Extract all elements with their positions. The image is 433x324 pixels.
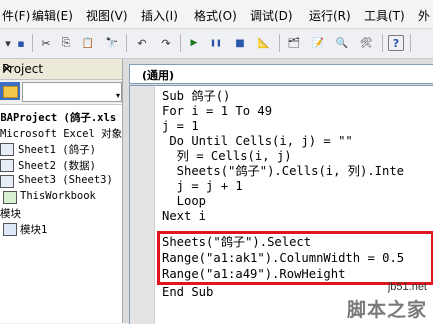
tree-item-modules-folder[interactable]: 模块 (0, 205, 122, 221)
workbook-icon (3, 191, 17, 204)
tree-item-label: 模块 (0, 208, 21, 220)
object-browser-icon[interactable]: 🔍 (334, 35, 350, 51)
code-line[interactable]: Do Until Cells(i, j) = "" (162, 134, 352, 149)
menu-file[interactable]: 件(F) (2, 7, 30, 24)
toolbar-separator (180, 34, 181, 52)
margin-indicator-bar[interactable] (130, 86, 155, 324)
toolbar-separator (410, 34, 411, 52)
tree-item-sheet1[interactable]: Sheet1 (鸽子) (0, 141, 122, 157)
standard-toolbar: ▾ ▪ ✂ ⎘ 📋 🔭 ↶ ↷ ▶ ❚❚ ■ 📐 🗂 📝 🔍 🛠 ? (0, 29, 433, 59)
design-mode-icon[interactable]: 📐 (256, 35, 272, 51)
toolbar-separator (126, 34, 127, 52)
tree-item-label: Sheet2 (数据) (18, 160, 96, 172)
code-line[interactable]: Sub 鸽子() (162, 89, 230, 104)
save-icon[interactable]: ▪ (13, 35, 29, 51)
tree-item-sheet2[interactable]: Sheet2 (数据) (0, 157, 122, 173)
cut-icon[interactable]: ✂ (38, 35, 54, 51)
code-line[interactable]: Sheets("鸽子").Cells(i, 列).Inte (162, 164, 404, 179)
tree-item-label: Microsoft Excel 对象 (0, 128, 122, 140)
menu-run[interactable]: 运行(R) (309, 7, 351, 24)
watermark-text: 脚本之家 (346, 299, 427, 321)
break-icon[interactable]: ❚❚ (208, 35, 224, 51)
watermark-url: jb51.net (387, 281, 427, 293)
code-line[interactable]: Next i (162, 209, 206, 224)
project-explorer-icon[interactable]: 🗂 (286, 35, 302, 51)
menu-tools[interactable]: 工具(T) (364, 7, 405, 24)
tree-item-excel-objects[interactable]: Microsoft Excel 对象 (0, 125, 122, 141)
code-line[interactable]: 列 = Cells(i, j) (162, 149, 292, 164)
run-icon[interactable]: ▶ (186, 35, 202, 51)
project-explorer: Project ✕ ▾ VBAProject (鸽子.xls Microsoft… (0, 59, 123, 323)
code-line[interactable]: For i = 1 To 49 (162, 104, 272, 119)
highlight-box (157, 231, 433, 285)
properties-icon[interactable]: 📝 (310, 35, 326, 51)
tree-item-label: Sheet1 (鸽子) (18, 144, 96, 156)
object-combo-value: (通用) (142, 69, 175, 82)
tree-item-label: Sheet3 (Sheet3) (18, 174, 113, 186)
tree-item-vbaproject[interactable]: VBAProject (鸽子.xls (0, 109, 122, 125)
worksheet-icon (0, 159, 14, 172)
menu-format[interactable]: 格式(O) (194, 7, 237, 24)
menu-insert[interactable]: 插入(I) (141, 7, 178, 24)
object-combo[interactable]: (通用) (129, 64, 433, 84)
tree-item-label: ThisWorkbook (20, 190, 96, 202)
tree-item-module1[interactable]: 模块1 (0, 221, 122, 237)
reset-icon[interactable]: ■ (232, 35, 248, 51)
dropdown-arrow-icon: ▾ (115, 91, 120, 100)
tree-item-label: VBAProject (鸽子.xls (0, 112, 117, 124)
close-icon[interactable]: ✕ (2, 62, 116, 76)
tree-item-sheet3[interactable]: Sheet3 (Sheet3) (0, 173, 122, 189)
help-icon[interactable]: ? (388, 35, 404, 51)
module-icon (3, 223, 17, 236)
tree-item-label: 模块1 (20, 224, 48, 236)
project-object-selector[interactable]: ▾ (22, 82, 122, 102)
project-toolbar: ▾ (0, 80, 122, 105)
menu-view[interactable]: 视图(V) (86, 7, 128, 24)
code-line[interactable]: End Sub (162, 285, 213, 300)
folder-icon (3, 86, 18, 98)
tree-item-thisworkbook[interactable]: ThisWorkbook (0, 189, 122, 205)
paste-icon[interactable]: 📋 (80, 35, 96, 51)
menu-bar: 件(F) 编辑(E) 视图(V) 插入(I) 格式(O) 调试(D) 运行(R)… (0, 0, 433, 29)
code-line[interactable]: Loop (162, 194, 206, 209)
undo-icon[interactable]: ↶ (134, 35, 150, 51)
toolbar-separator (382, 34, 383, 52)
toolbox-icon[interactable]: 🛠 (358, 35, 374, 51)
site-watermark: jb51.net 脚本之家 (337, 281, 429, 321)
code-line[interactable]: j = 1 (162, 119, 199, 134)
menu-addins[interactable]: 外 (418, 7, 430, 24)
find-icon[interactable]: 🔭 (104, 35, 120, 51)
toolbar-separator (32, 34, 33, 52)
redo-icon[interactable]: ↷ (158, 35, 174, 51)
toolbar-separator (279, 34, 280, 52)
project-title-bar: Project ✕ (0, 59, 122, 80)
code-line[interactable]: j = j + 1 (162, 179, 243, 194)
project-tree: VBAProject (鸽子.xls Microsoft Excel 对象 Sh… (0, 109, 122, 237)
menu-debug[interactable]: 调试(D) (250, 7, 293, 24)
worksheet-icon (0, 143, 14, 156)
menu-edit[interactable]: 编辑(E) (32, 7, 73, 24)
copy-icon[interactable]: ⎘ (58, 35, 74, 51)
toggle-folders-button[interactable] (0, 82, 20, 100)
worksheet-icon (0, 175, 14, 188)
